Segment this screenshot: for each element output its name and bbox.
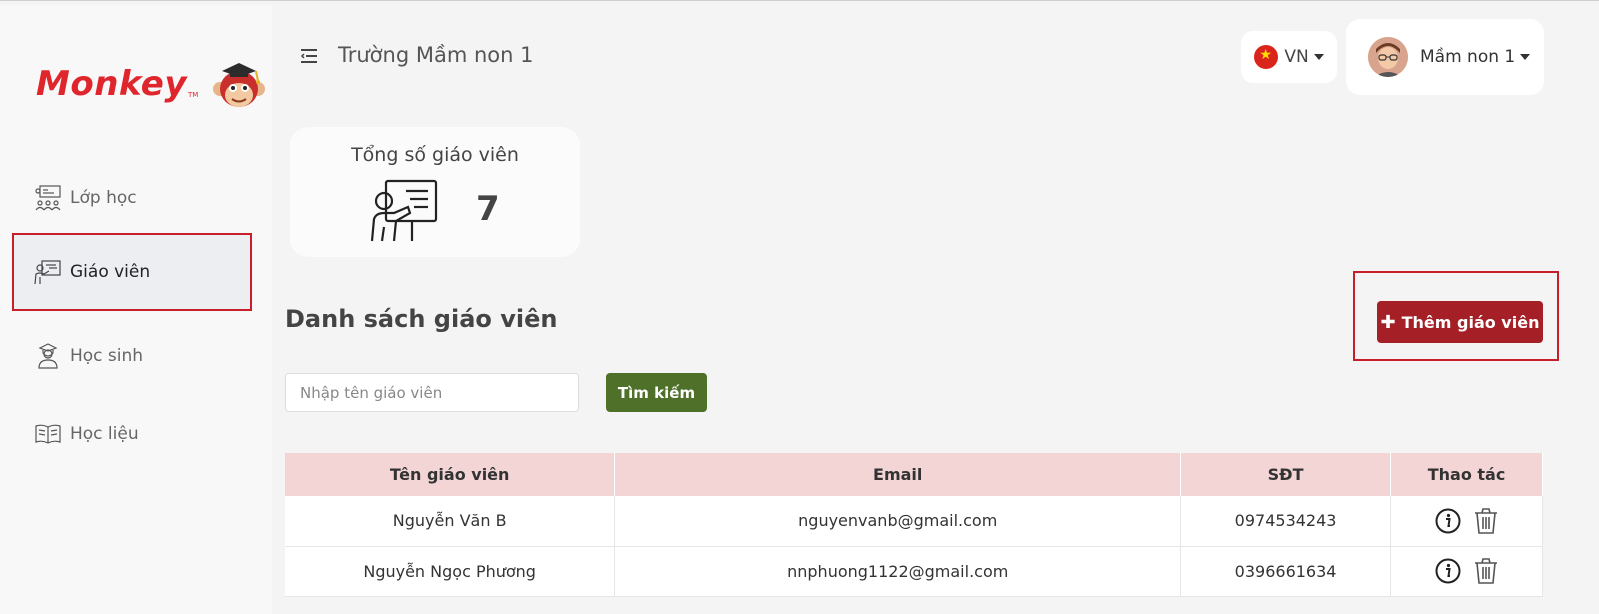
column-header-actions: Thao tác (1390, 453, 1543, 496)
info-icon[interactable] (1435, 507, 1461, 535)
table-row: Nguyễn Ngọc Phương nnphuong1122@gmail.co… (285, 546, 1543, 597)
teacher-search-input[interactable] (285, 373, 579, 412)
table-header-row: Tên giáo viên Email SĐT Thao tác (285, 453, 1543, 496)
teacher-phone-cell: 0974534243 (1180, 496, 1392, 547)
column-header-name: Tên giáo viên (285, 453, 616, 496)
teacher-actions-cell (1390, 546, 1543, 597)
sidebar-item-label: Học sinh (70, 346, 144, 366)
teacher-actions-cell (1390, 496, 1543, 547)
trash-icon[interactable] (1473, 557, 1499, 585)
teacher-count-card: Tổng số giáo viên 7 (290, 127, 580, 257)
add-teacher-button[interactable]: ✚ Thêm giáo viên (1377, 301, 1543, 343)
language-dropdown[interactable]: VN (1241, 31, 1337, 83)
search-button[interactable]: Tìm kiếm (606, 373, 707, 412)
sidebar-item-label: Học liệu (70, 424, 139, 444)
chevron-down-icon (1313, 54, 1324, 60)
info-icon[interactable] (1435, 557, 1461, 585)
monkey-logo[interactable]: Monkey TM (36, 57, 268, 111)
plus-icon: ✚ (1380, 311, 1396, 333)
teacher-email-cell: nnphuong1122@gmail.com (614, 546, 1182, 597)
column-header-email: Email (614, 453, 1182, 496)
book-icon (35, 424, 61, 444)
teacher-phone-cell: 0396661634 (1180, 546, 1392, 597)
classroom-icon (35, 185, 61, 211)
page-title: Trường Mầm non 1 (338, 43, 534, 67)
chevron-down-icon (1520, 54, 1531, 60)
logo-text: Monkey (36, 64, 188, 104)
logo-trademark: TM (188, 91, 199, 99)
teacher-table: Tên giáo viên Email SĐT Thao tác Nguyễn … (285, 453, 1543, 597)
teacher-name-cell: Nguyễn Văn B (285, 496, 616, 547)
table-row: Nguyễn Văn B nguyenvanb@gmail.com 097453… (285, 496, 1543, 547)
teacher-name-cell: Nguyễn Ngọc Phương (285, 546, 616, 597)
add-teacher-label: Thêm giáo viên (1401, 312, 1540, 332)
trash-icon[interactable] (1473, 507, 1499, 535)
teacher-icon (34, 260, 61, 285)
avatar (1368, 37, 1408, 77)
column-header-phone: SĐT (1180, 453, 1392, 496)
language-label: VN (1284, 47, 1309, 67)
sidebar-item-students[interactable]: Học sinh (14, 319, 250, 393)
user-menu-dropdown[interactable]: Mầm non 1 (1346, 19, 1544, 95)
sidebar-item-classes[interactable]: Lớp học (14, 161, 250, 235)
user-name: Mầm non 1 (1420, 47, 1516, 67)
teacher-list-title: Danh sách giáo viên (285, 305, 558, 333)
teacher-email-cell: nguyenvanb@gmail.com (614, 496, 1182, 547)
monkey-mascot-icon (213, 63, 266, 107)
student-icon (38, 343, 58, 369)
menu-toggle-icon[interactable] (298, 45, 320, 67)
sidebar-item-teachers[interactable]: Giáo viên (12, 233, 252, 311)
sidebar: Monkey TM Lớp học Giáo viên Học sinh Học… (0, 5, 272, 614)
teacher-count-value: 7 (476, 189, 500, 229)
sidebar-item-label: Giáo viên (70, 262, 151, 282)
teacher-board-icon (370, 179, 438, 242)
vietnam-flag-icon (1254, 45, 1279, 69)
sidebar-item-materials[interactable]: Học liệu (14, 397, 250, 471)
stat-title: Tổng số giáo viên (351, 144, 519, 166)
sidebar-item-label: Lớp học (70, 188, 137, 208)
